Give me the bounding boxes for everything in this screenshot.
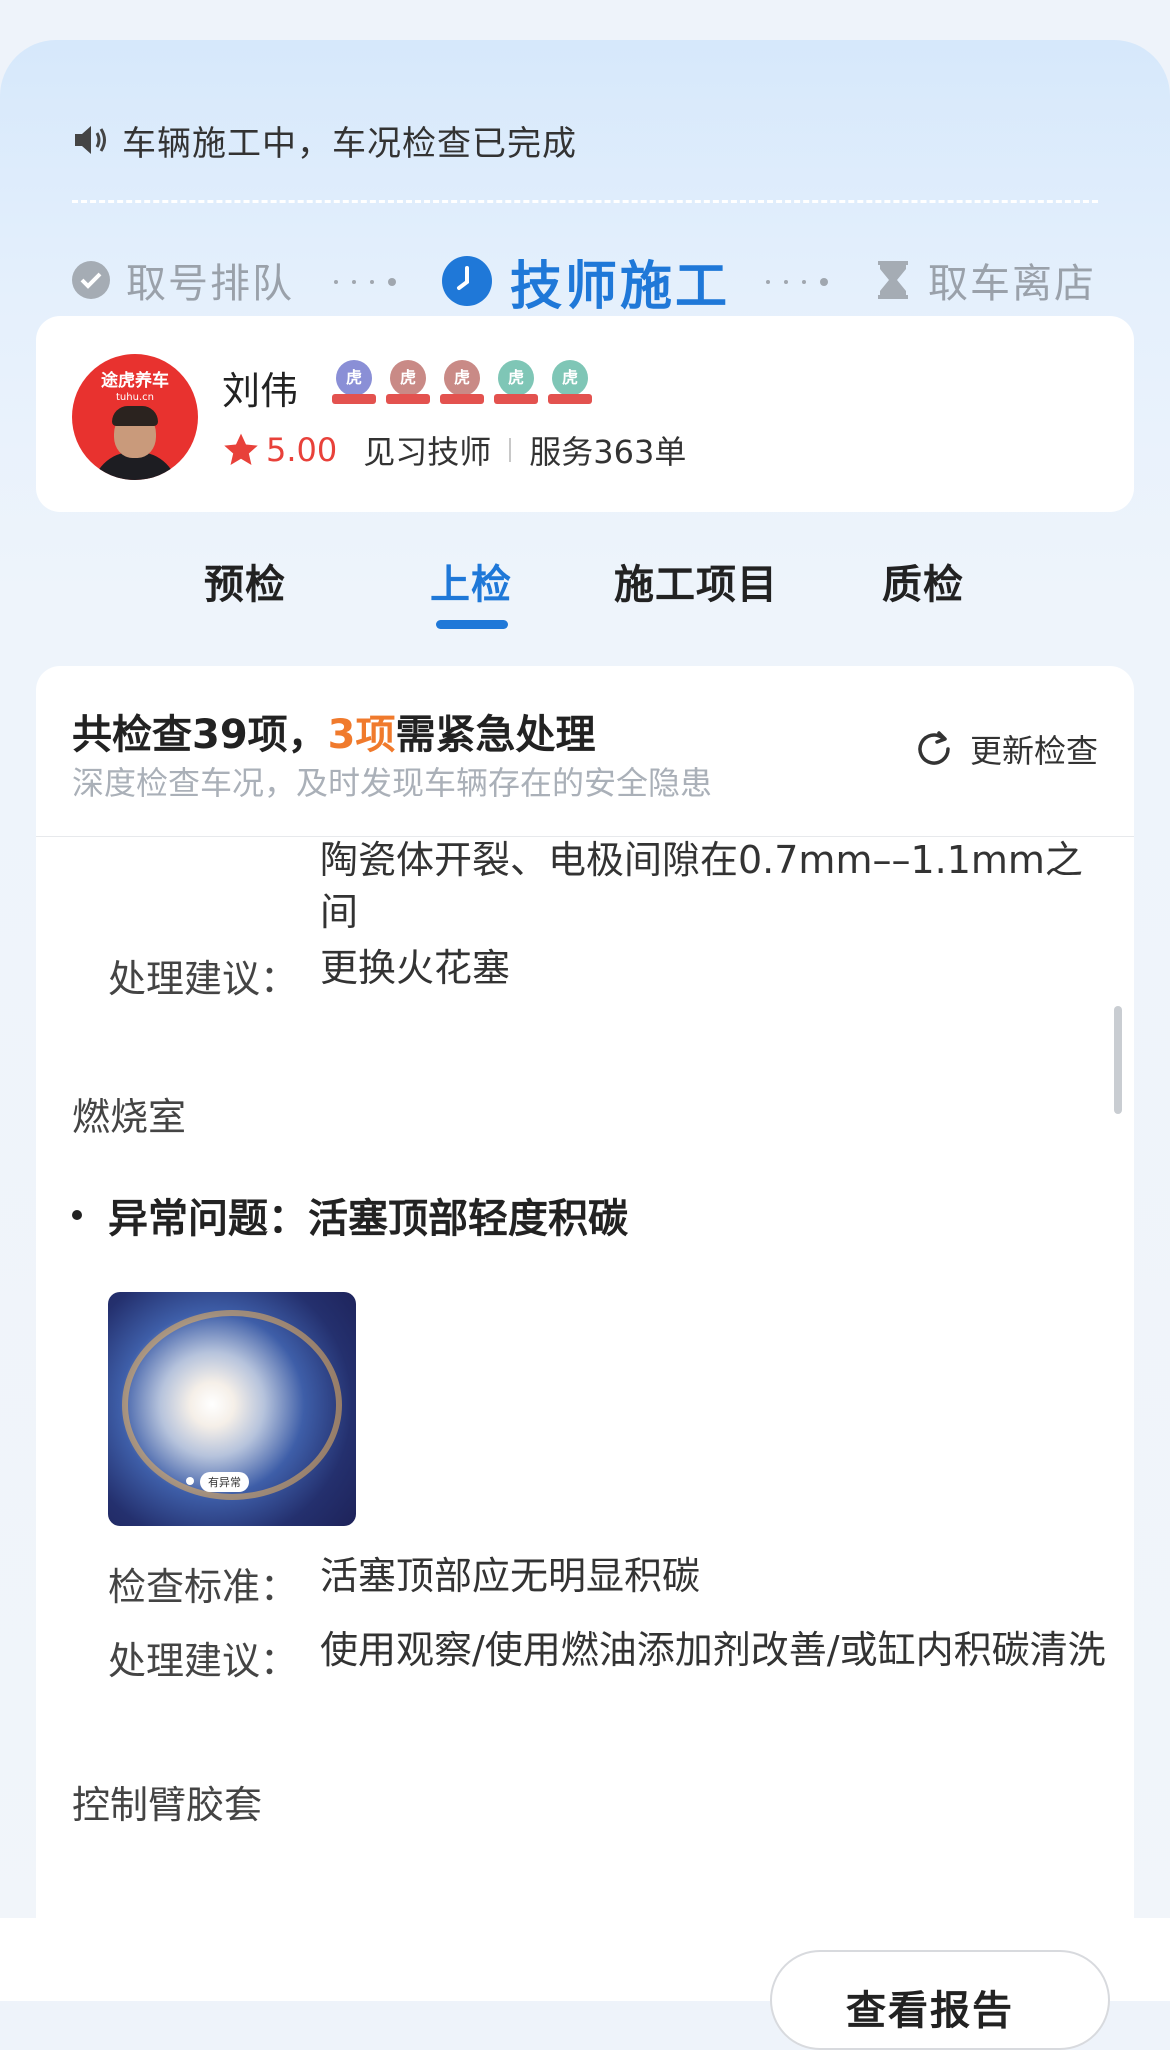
service-count: 服务363单 <box>529 433 687 471</box>
advice-label: 处理建议： <box>108 957 299 1001</box>
tab-quality-check[interactable]: 质检 <box>882 552 964 610</box>
standard-value: 活塞顶部应无明显积碳 <box>320 1554 701 1598</box>
technician-card[interactable]: 途虎养车 tuhu.cn 刘伟 虎 虎 虎 虎 虎 5.00 见习技师 服务36… <box>36 316 1134 512</box>
step-connector <box>766 278 828 286</box>
clock-icon <box>442 256 492 306</box>
summary-title: 共检查39项，3项需紧急处理 <box>72 712 596 758</box>
refresh-icon <box>918 731 950 765</box>
check-circle-icon <box>72 261 110 299</box>
status-notice: 车辆施工中，车况检查已完成 <box>72 118 577 164</box>
view-report-button[interactable]: 查看报告 <box>770 1950 1110 2050</box>
step-label: 取车离店 <box>928 261 1096 307</box>
tiger-badge-icon: 虎 <box>332 360 376 404</box>
section-control-arm-bushing: 控制臂胶套 <box>72 1783 263 1827</box>
summary-subtitle: 深度检查车况，及时发现车辆存在的安全隐患 <box>72 764 713 802</box>
step-pickup: 取车离店 <box>878 252 1096 308</box>
notice-text: 车辆施工中，车况检查已完成 <box>122 123 577 164</box>
standard-label: 检查标准： <box>108 1565 299 1609</box>
avatar-brand: 途虎养车 <box>101 371 169 391</box>
tab-lift-check[interactable]: 上检 <box>430 552 512 610</box>
tiger-badge-icon: 虎 <box>440 360 484 404</box>
main-panel: 车辆施工中，车况检查已完成 取号排队 技师施工 取车离店 途虎养车 tuhu.c… <box>0 40 1170 2050</box>
technician-badges: 虎 虎 虎 虎 虎 <box>332 360 592 404</box>
rating-score: 5.00 <box>266 431 338 469</box>
advice-label: 处理建议： <box>108 1639 299 1683</box>
avatar: 途虎养车 tuhu.cn <box>72 354 198 480</box>
tiger-badge-icon: 虎 <box>386 360 430 404</box>
tiger-badge-icon: 虎 <box>494 360 538 404</box>
section-combustion-chamber: 燃烧室 <box>72 1095 187 1139</box>
avatar-brand-sub: tuhu.cn <box>116 392 154 403</box>
star-icon <box>224 433 258 466</box>
inspection-photo[interactable]: 有异常 <box>108 1292 356 1526</box>
active-tab-indicator <box>436 620 508 629</box>
step-connector <box>334 278 396 286</box>
step-label: 技师施工 <box>510 256 731 317</box>
refresh-check-button[interactable]: 更新检查 <box>912 726 1098 772</box>
advice-value: 使用观察/使用燃油添加剂改善/或缸内积碳清洗 <box>320 1628 1106 1672</box>
divider <box>72 200 1098 203</box>
step-technician: 技师施工 <box>442 246 731 317</box>
photo-tag: 有异常 <box>200 1472 249 1492</box>
step-label: 取号排队 <box>126 261 294 307</box>
issue-title: 异常问题：活塞顶部轻度积碳 <box>72 1186 628 1244</box>
tab-precheck[interactable]: 预检 <box>204 552 286 610</box>
hourglass-icon <box>878 261 908 299</box>
scrollbar[interactable] <box>1114 1006 1122 1114</box>
technician-name: 刘伟 <box>222 369 299 413</box>
urgent-count: 3项 <box>327 712 396 758</box>
step-queue: 取号排队 <box>72 252 294 308</box>
advice-value: 更换火花塞 <box>320 946 511 990</box>
inspection-card: 共检查39项，3项需紧急处理 深度检查车况，及时发现车辆存在的安全隐患 更新检查… <box>36 666 1134 1918</box>
tiger-badge-icon: 虎 <box>548 360 592 404</box>
technician-stats: 5.00 见习技师 服务363单 <box>222 428 686 472</box>
spark-plug-standard-tail: 陶瓷体开裂、电极间隙在0.7mm––1.1mm之间 <box>320 838 1083 934</box>
tab-service-items[interactable]: 施工项目 <box>614 552 778 610</box>
technician-level: 见习技师 <box>363 433 492 471</box>
divider <box>509 438 512 462</box>
bullet <box>72 1210 82 1220</box>
speaker-icon <box>75 126 106 154</box>
